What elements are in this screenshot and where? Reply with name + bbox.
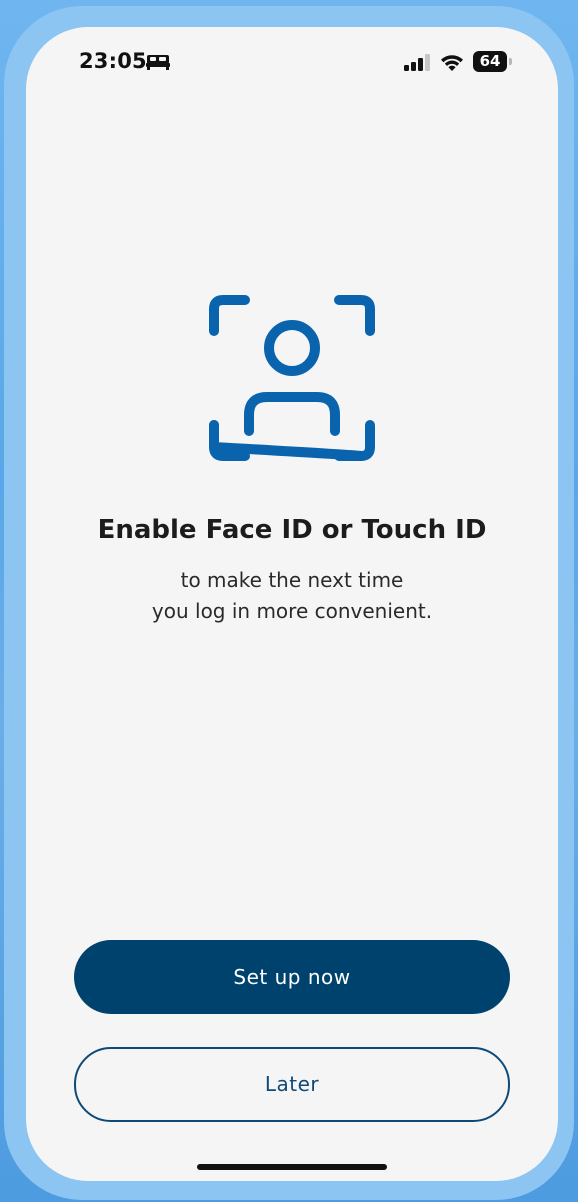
subtitle-line-1: to make the next time: [180, 568, 404, 592]
bed-icon: [146, 55, 170, 70]
app-screen: 23:05 64 Enable Face ID or Touch ID to m…: [26, 27, 558, 1181]
set-up-now-button[interactable]: Set up now: [74, 940, 510, 1014]
page-subtitle: to make the next time you log in more co…: [26, 565, 558, 627]
home-indicator[interactable]: [197, 1164, 387, 1170]
status-time: 23:05: [79, 49, 147, 73]
wifi-icon: [441, 55, 463, 71]
battery-level: 64: [473, 51, 507, 72]
cellular-signal-icon: [404, 54, 430, 71]
page-title: Enable Face ID or Touch ID: [97, 515, 487, 545]
battery-indicator: 64: [473, 51, 513, 72]
later-button[interactable]: Later: [74, 1047, 510, 1122]
face-id-icon: [209, 295, 375, 461]
status-bar: 23:05 64: [26, 27, 558, 99]
battery-tip: [509, 58, 512, 65]
subtitle-line-2: you log in more convenient.: [151, 599, 433, 623]
